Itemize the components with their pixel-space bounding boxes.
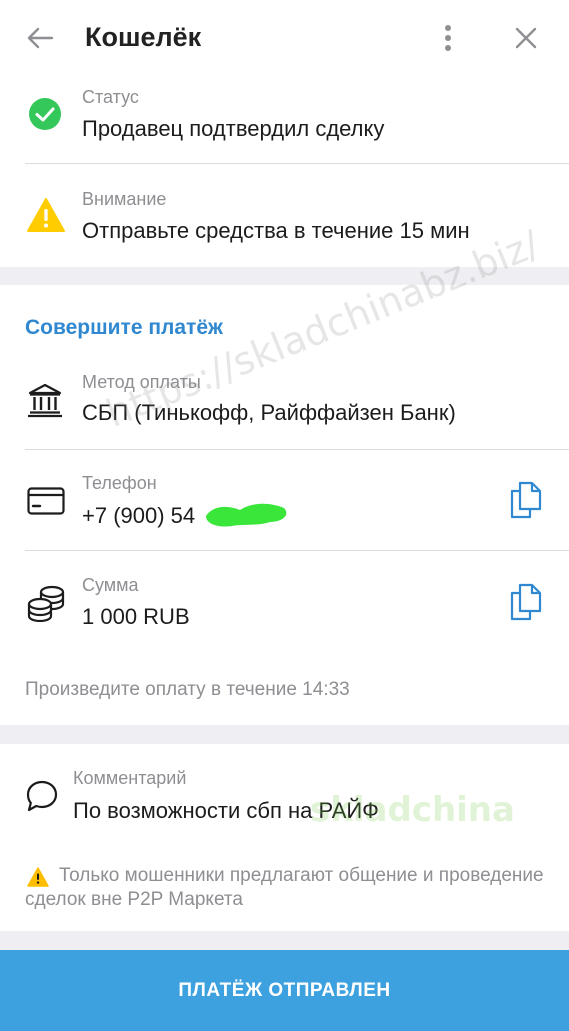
watermark-logo: skladchina [310,790,515,830]
status-value: Продавец подтвердил сделку [82,116,385,141]
bank-icon [28,383,62,418]
more-vertical-icon[interactable] [436,22,460,54]
phone-label: Телефон [82,473,157,493]
close-icon[interactable] [512,24,540,52]
copy-phone-icon[interactable] [508,481,542,519]
attention-label: Внимание [82,189,167,209]
amount-label: Сумма [82,575,139,595]
divider [25,163,569,164]
credit-card-icon [27,487,65,515]
redaction-scribble [206,503,287,527]
scam-warning-message: Только мошенники предлагают общение и пр… [25,865,544,910]
check-circle-icon [29,98,61,130]
amount-value: 1 000 RUB [82,604,190,629]
speech-bubble-icon [26,780,58,812]
page-title: Кошелёк [85,22,202,52]
comment-card: Комментарий По возможности сбп на РАЙФ Т… [0,744,569,931]
payment-section-title: Совершите платёж [25,316,223,339]
payment-timer-hint: Произведите оплату в течение 14:33 [25,679,350,700]
coins-icon [27,585,65,622]
attention-value: Отправьте средства в течение 15 мин [82,218,470,243]
status-label: Статус [82,87,139,107]
divider [25,449,569,450]
status-card: Кошелёк Статус Продавец подтвердил сделк… [0,0,569,267]
warning-triangle-icon [27,198,65,232]
copy-amount-icon[interactable] [508,583,542,621]
phone-value: +7 (900) 54 [82,503,196,528]
divider [25,550,569,551]
scam-warning-text: Только мошенники предлагают общение и пр… [25,864,545,912]
payment-sent-button[interactable]: ПЛАТЁЖ ОТПРАВЛЕН [0,950,569,1031]
back-arrow-icon[interactable] [24,22,56,54]
comment-label: Комментарий [73,768,187,788]
